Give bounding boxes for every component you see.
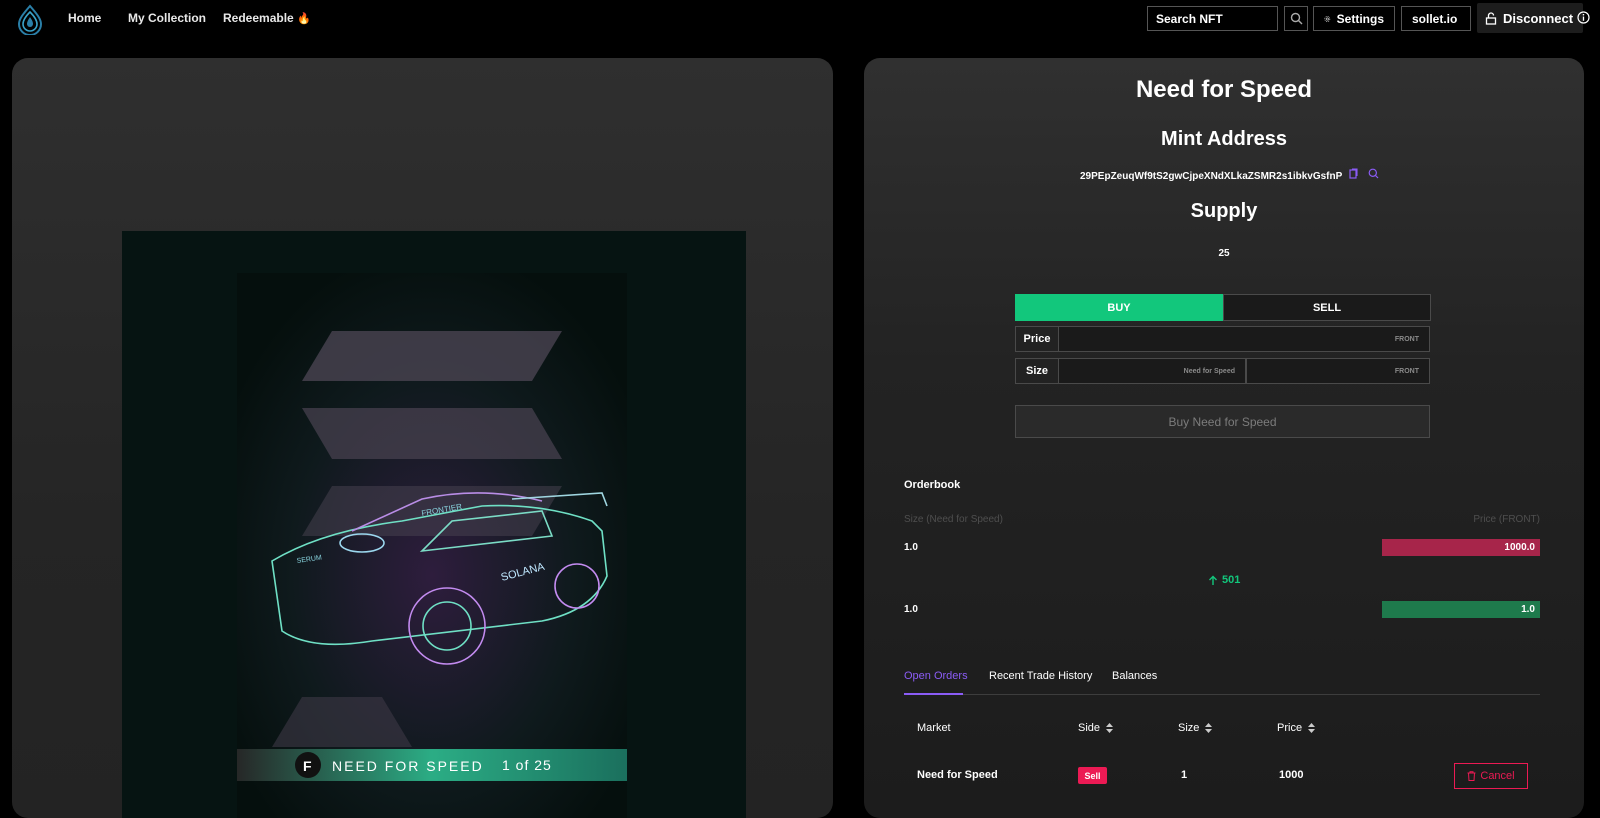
mint-address-value: 29PEpZeuqWf9tS2gwCjpeXNdXLkaZSMR2s1ibkvG…	[1080, 168, 1379, 182]
size-label: Size	[1015, 358, 1059, 384]
arrow-up-icon	[1209, 575, 1217, 585]
column-price-label: Price	[1277, 722, 1303, 734]
column-price[interactable]: Price	[1277, 722, 1316, 734]
buy-submit-button[interactable]: Buy Need for Speed	[1015, 405, 1430, 438]
active-tab-indicator	[904, 693, 963, 695]
price-input[interactable]: FRONT	[1058, 326, 1430, 352]
orderbook-spread-value: 501	[1222, 574, 1241, 586]
tabs-divider	[904, 694, 1540, 695]
gear-icon	[1324, 15, 1331, 22]
column-market: Market	[917, 722, 951, 734]
mint-address-heading: Mint Address	[1161, 128, 1287, 150]
orderbook-bid-price: 1.0	[1521, 604, 1535, 615]
nft-card-edition: 1 of 25	[502, 757, 552, 773]
orderbook-bid-bar[interactable]: 1.0	[1382, 601, 1540, 618]
price-unit: FRONT	[1394, 335, 1419, 343]
total-unit: FRONT	[1394, 367, 1419, 375]
size-unit: Need for Speed	[1183, 367, 1235, 375]
tab-open-orders[interactable]: Open Orders	[904, 670, 968, 682]
orderbook-ask-price: 1000.0	[1504, 542, 1535, 553]
tab-recent-trade-history[interactable]: Recent Trade History	[989, 670, 1092, 682]
app-logo-icon[interactable]	[14, 3, 46, 35]
orderbook-ask-bar[interactable]: 1000.0	[1382, 539, 1540, 556]
search-button[interactable]	[1284, 6, 1308, 31]
top-navbar: Home My Collection Redeemable 🔥 Settings…	[0, 0, 1600, 38]
nav-home-link[interactable]: Home	[68, 11, 101, 25]
orderbook-title: Orderbook	[904, 479, 961, 491]
search-icon	[1290, 12, 1302, 25]
trade-panel: Need for Speed Mint Address 29PEpZeuqWf9…	[864, 58, 1584, 818]
nft-artwork-graphic: SOLANA FRONTIER SERUM F NEED FOR SPEED 1…	[122, 231, 746, 818]
order-side-badge: Sell	[1078, 767, 1107, 784]
tab-balances[interactable]: Balances	[1112, 670, 1157, 682]
fire-icon: 🔥	[297, 13, 311, 25]
info-icon[interactable]	[1577, 11, 1590, 24]
sort-icon	[1106, 723, 1114, 733]
order-size: 1	[1181, 769, 1188, 781]
size-input[interactable]: Need for Speed	[1058, 358, 1246, 384]
sort-icon	[1308, 723, 1316, 733]
wallet-select[interactable]: sollet.io	[1401, 6, 1471, 31]
nav-redeemable-link[interactable]: Redeemable 🔥	[223, 11, 311, 25]
orderbook-size-header: Size (Need for Speed)	[904, 514, 1003, 525]
nav-redeemable-label: Redeemable	[223, 11, 294, 25]
nft-card-title: NEED FOR SPEED	[332, 758, 484, 774]
unlock-icon	[1485, 11, 1497, 25]
buy-tab[interactable]: BUY	[1015, 294, 1223, 321]
svg-text:F: F	[303, 758, 312, 774]
search-input[interactable]	[1147, 6, 1278, 31]
orderbook-ask-size: 1.0	[904, 542, 918, 553]
settings-label: Settings	[1336, 11, 1384, 26]
mint-address-text: 29PEpZeuqWf9tS2gwCjpeXNdXLkaZSMR2s1ibkvG…	[1080, 171, 1343, 182]
explorer-search-icon[interactable]	[1368, 168, 1379, 179]
nft-title: Need for Speed	[1135, 76, 1313, 103]
cancel-order-button[interactable]: Cancel	[1454, 763, 1528, 789]
sell-tab[interactable]: SELL	[1223, 294, 1431, 321]
settings-button[interactable]: Settings	[1313, 6, 1395, 31]
disconnect-button[interactable]: Disconnect	[1477, 3, 1584, 33]
disconnect-label: Disconnect	[1503, 10, 1574, 26]
column-size[interactable]: Size	[1178, 722, 1213, 734]
cancel-order-label: Cancel	[1480, 770, 1515, 782]
orderbook-bid-size: 1.0	[904, 604, 918, 615]
orderbook-price-header: Price (FRONT)	[1473, 514, 1540, 525]
column-market-label: Market	[917, 722, 951, 734]
orderbook-spread: 501	[1208, 574, 1240, 586]
column-side[interactable]: Side	[1078, 722, 1114, 734]
sort-icon	[1205, 723, 1213, 733]
nav-my-collection-link[interactable]: My Collection	[128, 11, 206, 25]
nft-artwork: SOLANA FRONTIER SERUM F NEED FOR SPEED 1…	[122, 231, 746, 818]
wallet-label: sollet.io	[1412, 11, 1458, 26]
column-side-label: Side	[1078, 722, 1101, 734]
price-label: Price	[1015, 326, 1059, 352]
order-market: Need for Speed	[917, 769, 998, 781]
column-size-label: Size	[1178, 722, 1200, 734]
total-input[interactable]: FRONT	[1246, 358, 1430, 384]
trash-icon	[1467, 771, 1476, 781]
order-price: 1000	[1279, 769, 1304, 781]
supply-heading: Supply	[1190, 200, 1258, 222]
copy-icon[interactable]	[1349, 168, 1358, 179]
nft-image-panel: SOLANA FRONTIER SERUM F NEED FOR SPEED 1…	[12, 58, 833, 818]
supply-value: 25	[1218, 248, 1230, 259]
